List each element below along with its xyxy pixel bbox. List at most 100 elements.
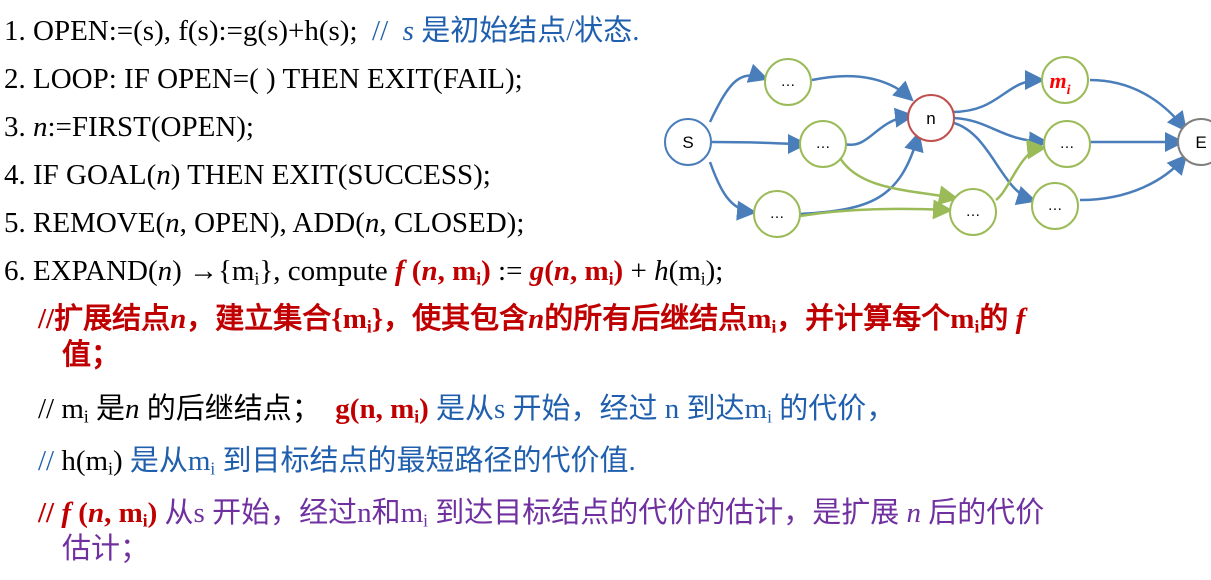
- var-n: n: [87, 497, 105, 529]
- code-text: +: [623, 255, 655, 287]
- var-f: f: [1015, 303, 1026, 335]
- node-s-label: S: [682, 133, 693, 152]
- node-right-bottom-ellipsis: …: [1031, 182, 1079, 230]
- var-n: n: [364, 207, 380, 239]
- code-text: }, compute: [259, 255, 395, 287]
- code-text: ) →{m: [172, 255, 255, 287]
- comment-text: // m: [38, 393, 84, 425]
- g-function: g: [529, 255, 545, 287]
- code-text: :=: [490, 255, 530, 287]
- ellipsis-label: …: [1060, 135, 1075, 152]
- comment-text: 是初始结点/状态.: [421, 15, 640, 47]
- code-text: :=FIRST(OPEN);: [47, 111, 254, 143]
- g-function: g(n, m: [335, 393, 415, 425]
- node-s: S: [664, 118, 712, 166]
- step-number: 1.: [4, 15, 26, 47]
- comment-text: 从s 开始，经过n和m: [157, 497, 424, 529]
- comment-text: 估计；: [62, 533, 150, 565]
- var-n: n: [156, 159, 171, 191]
- edge-s-top: [708, 63, 769, 123]
- edge-s-bottom: [708, 161, 757, 221]
- comment-text: ，并计算每个m: [776, 303, 975, 335]
- code-text: (: [404, 255, 422, 287]
- edge-n-mi: [951, 70, 1045, 114]
- code-text: 5. REMOVE(: [4, 207, 166, 239]
- comment-text: //: [38, 445, 62, 477]
- comment-text: //扩展结点: [38, 303, 171, 335]
- comment-var: s: [402, 15, 414, 47]
- node-right-mid-ellipsis: …: [1043, 120, 1091, 168]
- code-text: ) THEN EXIT(SUCCESS);: [170, 159, 491, 191]
- search-graph-diagram: S … … … n … mi … … E: [664, 56, 1211, 238]
- comment-f-line-2: 估计；: [62, 532, 149, 566]
- algo-line-4: 4. IF GOAL(n) THEN EXIT(SUCCESS);: [4, 158, 491, 192]
- code-text: , OPEN), ADD(: [179, 207, 365, 239]
- ellipsis-label: …: [770, 205, 785, 222]
- comment-text: 值；: [62, 339, 121, 371]
- edge-s-mid: [711, 133, 808, 154]
- step-number: 3.: [4, 111, 26, 143]
- h-function: h: [654, 255, 669, 287]
- comment-text: }，使其包含: [371, 303, 529, 335]
- ellipsis-label: …: [816, 135, 831, 152]
- code-text: ): [481, 255, 491, 287]
- code-text: (: [544, 255, 554, 287]
- node-bottom2-ellipsis: …: [949, 188, 997, 236]
- comment-text: (: [71, 497, 88, 529]
- comment-text: 是从s 开始，经过 n 到达m: [428, 393, 768, 425]
- algo-line-3: 3. n:=FIRST(OPEN);: [4, 110, 254, 144]
- edge-bottom-bottom2: [799, 199, 953, 220]
- comment-text: //: [38, 497, 55, 529]
- comment-text: 的所有后继结点m: [544, 303, 772, 335]
- var-n: n: [33, 111, 48, 143]
- edge-mid-bottom2: [838, 157, 959, 206]
- code-text: ): [613, 255, 624, 287]
- comment-text: ): [419, 393, 429, 425]
- node-bottom-ellipsis: …: [753, 190, 801, 238]
- code-text: 4. IF GOAL(: [4, 159, 157, 191]
- ellipsis-label: …: [1048, 197, 1063, 214]
- var-n: n: [906, 497, 922, 529]
- algo-line-1: 1. OPEN:=(s), f(s):=g(s)+h(s); // s 是初始结…: [4, 14, 640, 48]
- comment-slash: //: [372, 15, 389, 47]
- node-n: n: [907, 94, 955, 142]
- code-text: OPEN:=(s), f(s):=g(s)+h(s);: [33, 15, 358, 47]
- h-function: h(m: [61, 445, 109, 477]
- comment-text: 的后继结点；: [139, 393, 321, 425]
- comment-text: 到达目标结点的代价的估计，是扩展: [427, 497, 907, 529]
- comment-expand-line-2: 值；: [62, 338, 120, 372]
- code-text: 6. EXPAND(: [4, 255, 158, 287]
- ellipsis-label: …: [781, 73, 796, 90]
- algo-line-5: 5. REMOVE(n, OPEN), ADD(n, CLOSED);: [4, 206, 524, 240]
- f-function: f: [61, 497, 72, 529]
- node-e-label: E: [1195, 133, 1206, 152]
- edge-n-bottom: [949, 120, 1037, 206]
- comment-g-line: // mi 是n 的后继结点； g(n, mi) 是从s 开始，经过 n 到达m…: [38, 392, 895, 426]
- comment-text: 后的代价: [921, 497, 1045, 529]
- node-mi-m: m: [1049, 68, 1066, 93]
- node-mid-ellipsis: …: [799, 120, 847, 168]
- var-n: n: [553, 255, 571, 287]
- comment-expand-line: //扩展结点n，建立集合{mi}，使其包含n的所有后继结点mi，并计算每个mi的…: [38, 302, 1025, 336]
- edge-mi-e: [1089, 78, 1188, 132]
- node-mi: mi: [1041, 56, 1089, 104]
- comment-text: 到目标结点的最短路径的代价值.: [215, 445, 636, 477]
- node-top-ellipsis: …: [764, 58, 812, 106]
- comment-text: 的代价，: [771, 393, 896, 425]
- comment-text: ): [147, 497, 158, 529]
- comment-text: 是: [88, 393, 126, 425]
- f-function: f: [394, 255, 405, 287]
- comment-f-line: // f (n, mi) 从s 开始，经过n和mi 到达目标结点的代价的估计，是…: [38, 496, 1044, 530]
- code-text: 2. LOOP: IF OPEN=( ) THEN EXIT(FAIL);: [4, 63, 523, 95]
- comment-text: 的: [979, 303, 1009, 335]
- edge-mid-n: [843, 107, 915, 147]
- code-text: , CLOSED);: [379, 207, 525, 239]
- edge-top-n: [811, 74, 914, 102]
- comment-h-line: // h(mi) 是从mi 到目标结点的最短路径的代价值.: [38, 444, 636, 478]
- code-text: , m: [437, 255, 477, 287]
- code-text: );: [705, 255, 724, 287]
- var-n: n: [165, 207, 180, 239]
- var-n: n: [157, 255, 173, 287]
- comment-text: ，建立集合{m: [186, 303, 367, 335]
- node-mi-sub: i: [1067, 83, 1071, 98]
